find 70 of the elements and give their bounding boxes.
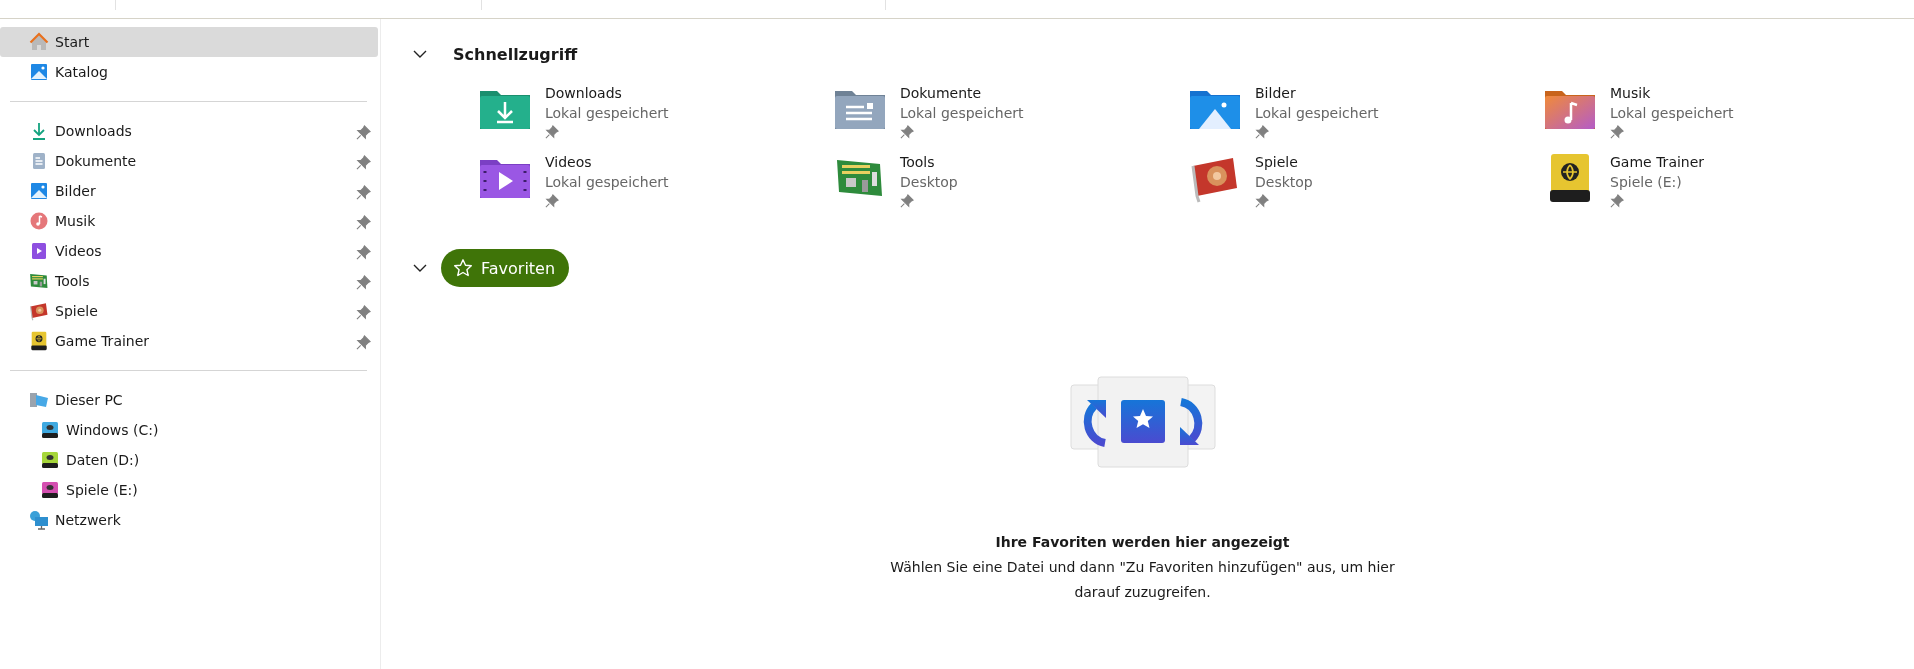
star-icon — [453, 258, 473, 278]
picture-icon — [29, 181, 49, 201]
pin-icon[interactable] — [356, 274, 371, 290]
sidebar-item[interactable]: Katalog — [0, 57, 378, 87]
sidebar-item[interactable]: Downloads — [0, 116, 378, 146]
pin-icon[interactable] — [356, 184, 371, 200]
folder-location: Spiele (E:) — [1610, 173, 1683, 192]
sidebar-item[interactable]: Spiele (E:) — [0, 475, 378, 505]
sidebar-item[interactable]: Musik — [0, 206, 378, 236]
sidebar-item[interactable]: Daten (D:) — [0, 445, 378, 475]
favorites-button[interactable]: Favoriten — [441, 249, 570, 287]
folder-name: Game Trainer — [1610, 153, 1705, 172]
pin-icon[interactable] — [900, 125, 914, 139]
pin-icon[interactable] — [356, 154, 371, 170]
sidebar-item[interactable]: Dokumente — [0, 146, 378, 176]
folder-name: Tools — [900, 153, 936, 172]
sidebar-item[interactable]: Start — [0, 27, 378, 57]
pin-icon[interactable] — [1255, 194, 1269, 208]
pin-icon[interactable] — [1610, 194, 1624, 208]
sidebar-item[interactable]: Netzwerk — [0, 505, 378, 535]
folder-tile[interactable]: Downloads Lokal gespeichert — [479, 83, 834, 139]
folder-tile[interactable]: Spiele Desktop — [1189, 152, 1544, 208]
pin-icon[interactable] — [356, 124, 371, 140]
sidebar-item[interactable]: Windows (C:) — [0, 415, 378, 445]
sidebar-item[interactable]: Tools — [0, 266, 378, 296]
music-note-icon — [29, 211, 49, 231]
pin-icon[interactable] — [900, 194, 914, 208]
folder-tile[interactable]: Videos Lokal gespeichert — [479, 152, 834, 208]
sidebar-item[interactable]: Game Trainer — [0, 326, 378, 356]
computer-icon — [29, 390, 49, 410]
graphics-card-icon — [29, 301, 49, 321]
section-title: Schnellzugriff — [453, 44, 578, 64]
folder-tile[interactable]: Dokumente Lokal gespeichert — [834, 83, 1189, 139]
pin-icon[interactable] — [356, 244, 371, 260]
folder-name: Dokumente — [900, 84, 983, 103]
network-icon — [29, 510, 49, 530]
folder-tile[interactable]: Tools Desktop — [834, 152, 1189, 208]
video-icon — [29, 241, 49, 261]
folder-location: Lokal gespeichert — [1610, 104, 1734, 123]
pin-icon[interactable] — [1610, 125, 1624, 139]
folder-tile[interactable]: Bilder Lokal gespeichert — [1189, 83, 1544, 139]
pin-icon[interactable] — [356, 334, 371, 350]
home-icon — [29, 32, 49, 52]
folder-name: Videos — [545, 153, 593, 172]
picture-icon — [29, 62, 49, 82]
folder-name: Downloads — [545, 84, 623, 103]
pin-icon[interactable] — [1255, 125, 1269, 139]
empty-state-text: Wählen Sie eine Datei und dann "Zu Favoriten hinzufügen" aus, um hier darauf zuzugreifen. — [889, 558, 1396, 602]
pin-icon[interactable] — [356, 214, 371, 230]
folder-name: Musik — [1610, 84, 1652, 103]
folder-location: Desktop — [900, 173, 958, 192]
folder-name: Bilder — [1255, 84, 1297, 103]
sidebar-item[interactable]: Bilder — [0, 176, 378, 206]
folder-location: Lokal gespeichert — [545, 173, 669, 192]
empty-state-title: Ihre Favoriten werden hier angezeigt — [995, 533, 1290, 552]
sidebar-item[interactable]: Dieser PC — [0, 385, 378, 415]
folder-location: Lokal gespeichert — [545, 104, 669, 123]
folder-tile[interactable]: Musik Lokal gespeichert — [1544, 83, 1899, 139]
folder-location: Lokal gespeichert — [1255, 104, 1379, 123]
pin-icon[interactable] — [545, 125, 559, 139]
folder-name: Spiele — [1255, 153, 1299, 172]
folder-location: Desktop — [1255, 173, 1313, 192]
circuit-board-icon — [29, 271, 49, 291]
folder-tile[interactable]: Game Trainer Spiele (E:) — [1544, 152, 1899, 208]
folder-location: Lokal gespeichert — [900, 104, 1024, 123]
pin-icon[interactable] — [356, 304, 371, 320]
drive-icon — [29, 331, 49, 351]
sidebar-item[interactable]: Videos — [0, 236, 378, 266]
sidebar-item[interactable]: Spiele — [0, 296, 378, 326]
pin-icon[interactable] — [545, 194, 559, 208]
